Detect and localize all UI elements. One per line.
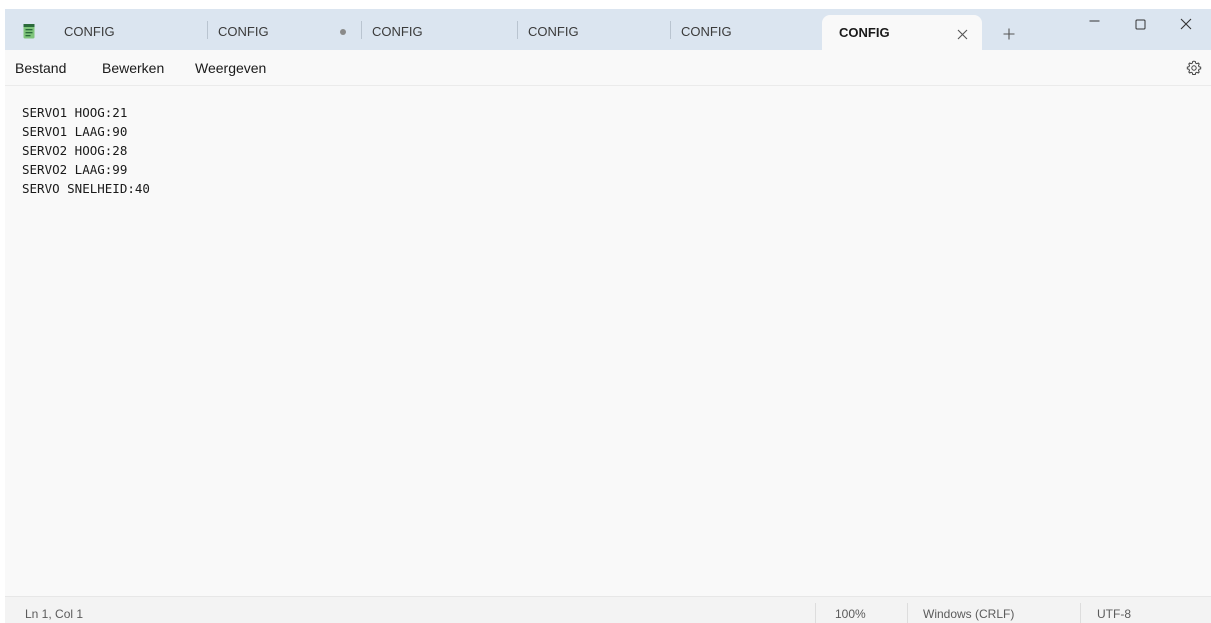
minimize-button[interactable]	[1071, 9, 1117, 39]
menu-view[interactable]: Weergeven	[195, 60, 266, 76]
editor-line[interactable]: SERVO2 LAAG:99	[22, 160, 150, 179]
zoom-level[interactable]: 100%	[835, 607, 866, 621]
close-icon	[1180, 18, 1192, 30]
title-bar: CONFIG CONFIG CONFIG CONFIG CONFIG CONFI…	[5, 9, 1211, 50]
notepad-window: CONFIG CONFIG CONFIG CONFIG CONFIG CONFI…	[5, 9, 1211, 623]
cursor-position: Ln 1, Col 1	[25, 607, 84, 621]
tab-config-4[interactable]: CONFIG	[511, 9, 668, 50]
status-divider	[1080, 603, 1081, 623]
tab-label: CONFIG	[681, 24, 732, 39]
encoding[interactable]: UTF-8	[1097, 607, 1131, 621]
tab-config-3[interactable]: CONFIG	[355, 9, 512, 50]
gear-icon	[1186, 60, 1202, 75]
tab-label: CONFIG	[372, 24, 423, 39]
tab-label: CONFIG	[839, 25, 890, 40]
status-bar: Ln 1, Col 1 100% Windows (CRLF) UTF-8	[5, 596, 1211, 623]
tab-config-2[interactable]: CONFIG	[201, 9, 358, 50]
tab-label: CONFIG	[218, 24, 269, 39]
tab-label: CONFIG	[528, 24, 579, 39]
notepad-icon	[23, 23, 35, 39]
close-window-button[interactable]	[1163, 9, 1209, 39]
menu-file[interactable]: Bestand	[15, 60, 66, 76]
menu-bar: Bestand Bewerken Weergeven	[5, 50, 1211, 86]
editor-content[interactable]: SERVO1 HOOG:21 SERVO1 LAAG:90 SERVO2 HOO…	[22, 103, 150, 198]
editor-line[interactable]: SERVO1 LAAG:90	[22, 122, 150, 141]
maximize-icon	[1135, 19, 1145, 29]
line-ending[interactable]: Windows (CRLF)	[923, 607, 1014, 621]
tab-config-active[interactable]: CONFIG	[822, 15, 982, 50]
editor-line[interactable]: SERVO1 HOOG:21	[22, 103, 150, 122]
maximize-button[interactable]	[1117, 9, 1163, 39]
menu-edit[interactable]: Bewerken	[102, 60, 164, 76]
tab-config-1[interactable]: CONFIG	[47, 9, 204, 50]
editor-line[interactable]: SERVO SNELHEID:40	[22, 179, 150, 198]
close-icon	[957, 29, 967, 39]
editor-line[interactable]: SERVO2 HOOG:28	[22, 141, 150, 160]
tab-config-5[interactable]: CONFIG	[664, 9, 821, 50]
minimize-icon	[1089, 20, 1099, 21]
settings-button[interactable]	[1183, 57, 1205, 79]
tab-label: CONFIG	[64, 24, 115, 39]
status-divider	[907, 603, 908, 623]
status-divider	[815, 603, 816, 623]
text-editor[interactable]: SERVO1 HOOG:21 SERVO1 LAAG:90 SERVO2 HOO…	[5, 86, 1211, 596]
new-tab-button[interactable]	[995, 21, 1023, 47]
unsaved-dot-icon	[340, 29, 346, 35]
plus-icon	[1003, 28, 1015, 40]
close-tab-button[interactable]	[948, 21, 976, 47]
